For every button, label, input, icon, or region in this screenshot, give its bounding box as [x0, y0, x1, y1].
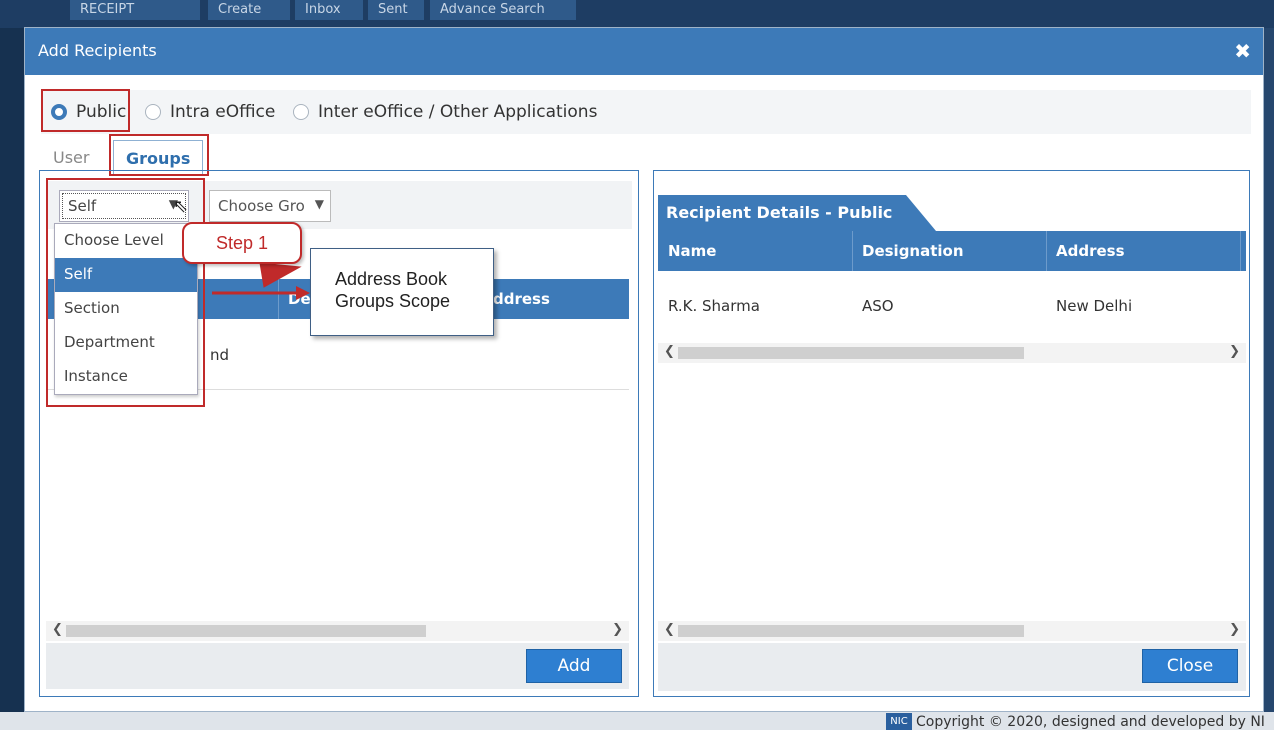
left-horizontal-scrollbar[interactable]: ❮ ❯	[46, 621, 629, 641]
bg-tab-receipt: RECEIPT	[70, 0, 200, 20]
scope-callout: Address Book Groups Scope	[310, 248, 494, 336]
table-horizontal-scrollbar[interactable]: ❮ ❯	[658, 343, 1246, 363]
add-button[interactable]: Add	[526, 649, 622, 683]
column-designation: Designation	[862, 242, 964, 260]
bg-tab-inbox: Inbox	[295, 0, 363, 20]
left-footer: Add	[46, 643, 629, 689]
scroll-right-icon[interactable]: ❯	[1229, 622, 1240, 637]
cell-name: R.K. Sharma	[668, 297, 760, 315]
table-row[interactable]: R.K. Sharma ASO New Delhi	[658, 271, 1246, 343]
radio-inter-label: Inter eOffice / Other Applications	[318, 102, 598, 122]
scrollbar-thumb[interactable]	[678, 625, 1024, 637]
scroll-left-icon[interactable]: ❮	[664, 344, 675, 359]
close-button[interactable]: Close	[1142, 649, 1238, 683]
scroll-right-icon[interactable]: ❯	[612, 622, 623, 637]
scope-callout-line2: Groups Scope	[335, 291, 451, 311]
highlight-public	[41, 89, 130, 132]
bg-tab-create: Create	[208, 0, 290, 20]
recipients-table-header: Name Designation Address	[658, 231, 1246, 271]
close-icon[interactable]: ✖	[1234, 39, 1251, 63]
modal-title: Add Recipients	[38, 41, 157, 60]
radio-unselected-icon	[145, 104, 161, 120]
background-topbar: RECEIPT Create Inbox Sent Advance Search	[0, 0, 1274, 28]
scroll-right-icon[interactable]: ❯	[1229, 344, 1240, 359]
add-recipients-modal: Add Recipients ✖ Public Intra eOffice In…	[24, 27, 1264, 712]
column-divider	[1240, 231, 1241, 271]
scrollbar-thumb[interactable]	[66, 625, 426, 637]
scroll-left-icon[interactable]: ❮	[664, 622, 675, 637]
modal-header: Add Recipients ✖	[25, 28, 1263, 75]
step-callout: Step 1	[182, 222, 302, 264]
column-address: ddress	[493, 290, 550, 308]
panel-horizontal-scrollbar[interactable]: ❮ ❯	[658, 621, 1246, 641]
bg-tab-sent: Sent	[368, 0, 424, 20]
background-sidebar	[0, 28, 24, 728]
footer-copyright: Copyright © 2020, designed and developed…	[916, 714, 1265, 730]
panel-title: Recipient Details - Public	[666, 203, 893, 222]
cell-address: New Delhi	[1056, 297, 1133, 315]
footer-logo: NIC	[886, 713, 912, 730]
tab-user[interactable]: User	[41, 140, 101, 174]
recipient-type-group: Public Intra eOffice Inter eOffice / Oth…	[41, 90, 1251, 134]
table-cell: nd	[210, 346, 230, 364]
scope-callout-line1: Address Book	[335, 269, 448, 289]
radio-intra-label: Intra eOffice	[170, 102, 276, 122]
scrollbar-thumb[interactable]	[678, 347, 1024, 359]
recipient-details-panel: Recipient Details - Public Name Designat…	[653, 170, 1250, 697]
radio-unselected-icon	[293, 104, 309, 120]
scroll-left-icon[interactable]: ❮	[52, 622, 63, 637]
column-divider	[1046, 231, 1047, 271]
group-select[interactable]: Choose Gro ▼	[209, 190, 331, 222]
dropdown-caret-icon: ▼	[314, 197, 324, 211]
radio-intra-eoffice[interactable]: Intra eOffice	[145, 102, 275, 122]
column-address: Address	[1056, 242, 1125, 260]
highlight-level-select	[46, 178, 205, 407]
bg-tab-advance-search: Advance Search	[430, 0, 576, 20]
column-name: Name	[668, 242, 717, 260]
group-select-value: Choose Gro	[218, 197, 305, 215]
radio-inter-eoffice[interactable]: Inter eOffice / Other Applications	[293, 102, 597, 122]
right-footer: Close	[658, 643, 1246, 691]
column-divider	[852, 231, 853, 271]
cell-designation: ASO	[862, 297, 894, 315]
